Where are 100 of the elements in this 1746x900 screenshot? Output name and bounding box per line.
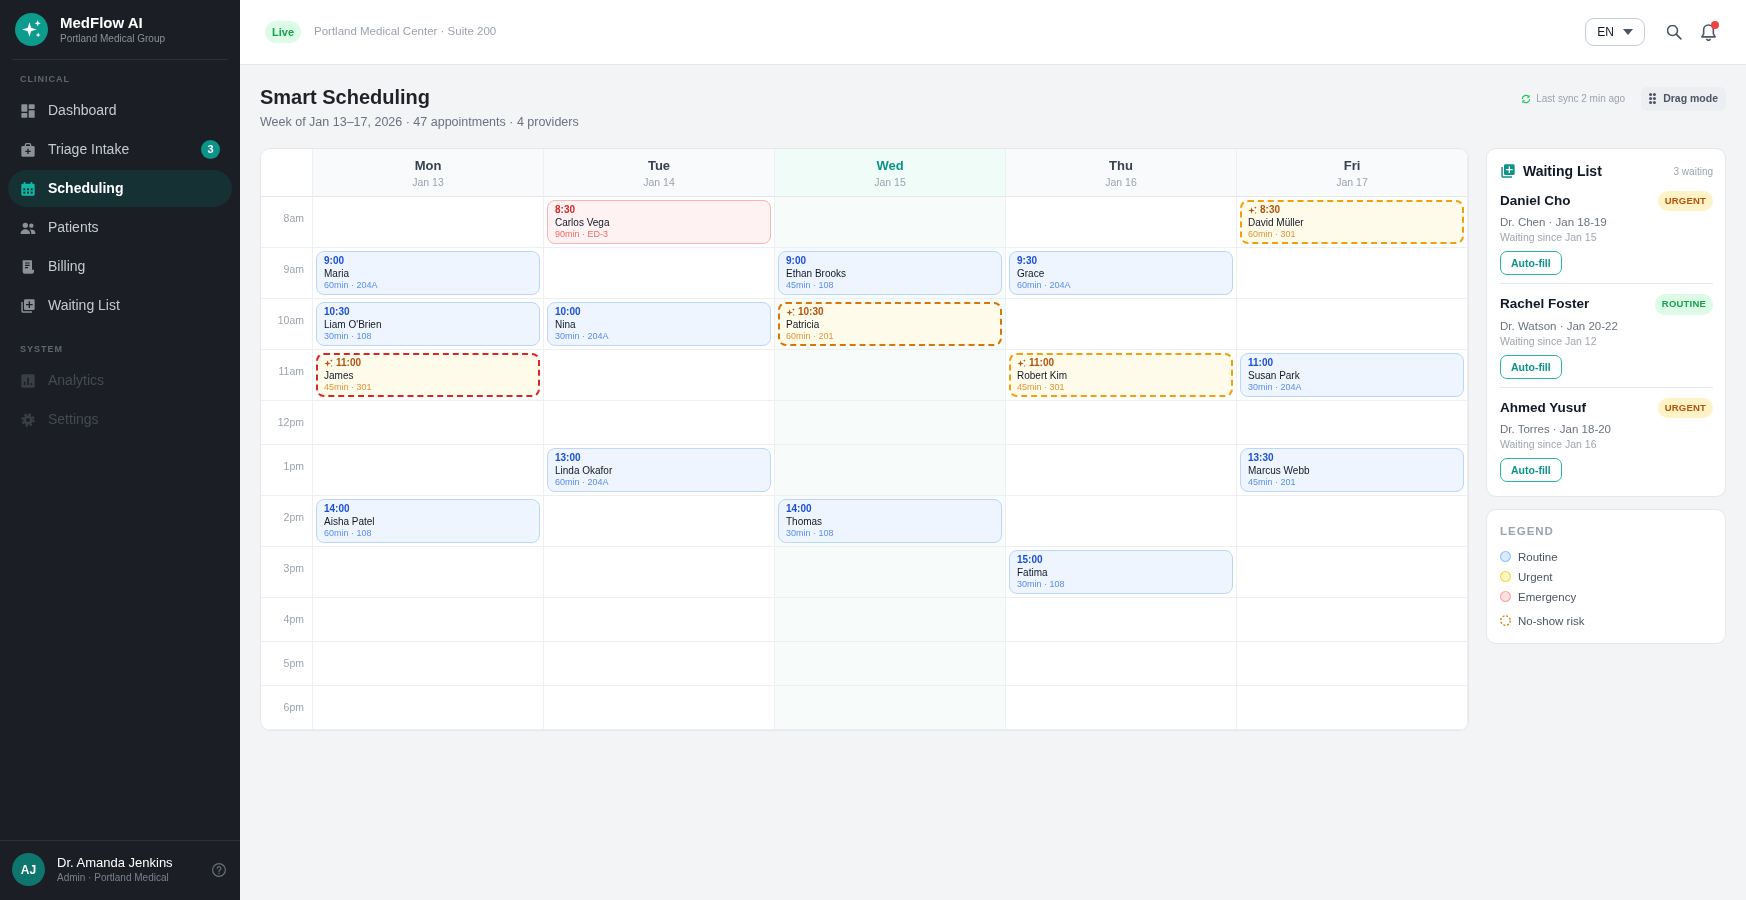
appointment-details: 45min · 301 xyxy=(324,382,373,393)
legend-label: Routine xyxy=(1518,549,1558,565)
legend-swatch-icon xyxy=(1500,551,1511,563)
search-icon[interactable] xyxy=(1667,24,1682,40)
patient-name: Ethan Brooks xyxy=(786,267,848,280)
appointment-card[interactable]: 15:00 Fatima 30min · 108 xyxy=(1009,550,1233,594)
panel-title: Waiting List xyxy=(1523,162,1602,181)
dashboard-icon xyxy=(20,102,36,119)
auto-fill-button[interactable]: Auto-fill xyxy=(1500,354,1562,379)
time-label: 6pm xyxy=(283,701,304,713)
patient-name: Marcus Webb xyxy=(1248,464,1311,477)
appointment-details: 30min · 108 xyxy=(786,528,835,539)
priority-badge: URGENT xyxy=(1657,191,1713,212)
user-role: Admin · Portland Medical xyxy=(57,871,170,884)
appointment-time: 8:30 xyxy=(555,204,575,216)
patient-name: David Müller xyxy=(1248,216,1305,229)
appointment-time: 9:00 xyxy=(324,255,344,267)
legend-label: Urgent xyxy=(1518,569,1553,585)
appointment-card[interactable]: 9:00 Ethan Brooks 45min · 108 xyxy=(778,251,1002,295)
section-label: SYSTEM xyxy=(19,343,64,355)
priority-badge: ROUTINE xyxy=(1654,294,1713,315)
appointment-time: 13:30 xyxy=(1248,452,1274,464)
page-title: Smart Scheduling xyxy=(260,85,432,109)
brand-subtitle: Portland Medical Group xyxy=(60,32,166,45)
appointment-details: 60min · 204A xyxy=(324,280,379,291)
appointment-card[interactable]: 8:30 David Müller 60min · 301 xyxy=(1240,200,1464,244)
day-name: Fri xyxy=(1342,157,1362,175)
live-status-badge: Live xyxy=(265,20,301,44)
appointment-details: 60min · 301 xyxy=(1248,229,1297,240)
sync-status-text: Last sync 2 min ago xyxy=(1536,92,1626,107)
appointment-card[interactable]: 11:00 Susan Park 30min · 204A xyxy=(1240,353,1464,397)
appointment-time: 15:00 xyxy=(1017,554,1043,566)
legend-swatch-icon xyxy=(1500,591,1511,603)
patient-name: James xyxy=(324,369,355,382)
appointment-card[interactable]: 9:00 Maria 60min · 204A xyxy=(316,251,540,295)
time-label: 9am xyxy=(283,263,304,275)
bar-chart-icon xyxy=(20,372,36,389)
brand-name: MedFlow AI xyxy=(60,14,144,32)
nav-item[interactable]: Scheduling xyxy=(8,170,232,207)
calendar-icon xyxy=(20,180,36,197)
day-name: Thu xyxy=(1108,157,1134,175)
time-label: 12pm xyxy=(277,416,304,428)
patient-name: Aisha Patel xyxy=(324,515,376,528)
appointment-details: 30min · 204A xyxy=(555,331,610,342)
patient-name: Robert Kim xyxy=(1017,369,1068,382)
nav-item[interactable]: Patients xyxy=(8,209,232,246)
time-label: 3pm xyxy=(283,562,304,574)
appointment-card[interactable]: 13:00 Linda Okafor 60min · 204A xyxy=(547,448,771,492)
auto-fill-button[interactable]: Auto-fill xyxy=(1500,251,1562,276)
appointment-card[interactable]: 11:00 Robert Kim 45min · 301 xyxy=(1009,353,1233,397)
appointment-details: 60min · 204A xyxy=(555,477,610,488)
stack-plus-icon xyxy=(20,297,36,314)
sparkle-icon xyxy=(1017,358,1026,368)
sparkle-icon xyxy=(786,307,795,317)
appointment-time: 14:00 xyxy=(786,503,812,515)
page-subtitle: Week of Jan 13–17, 2026 · 47 appointments · 4 providers xyxy=(260,114,579,131)
provider-dates: Dr. Chen · Jan 18-19 xyxy=(1500,215,1608,231)
appointment-card[interactable]: 10:30 Patricia 60min · 201 xyxy=(778,302,1002,346)
appointment-card[interactable]: 14:00 Aisha Patel 60min · 108 xyxy=(316,499,540,543)
appointment-time: 8:30 xyxy=(1260,204,1280,216)
appointment-card[interactable]: 10:00 Nina 30min · 204A xyxy=(547,302,771,346)
appointment-details: 30min · 204A xyxy=(1248,382,1303,393)
appointment-time: 13:00 xyxy=(555,452,581,464)
nav-item[interactable]: Triage Intake 3 xyxy=(8,131,232,168)
appointment-time: 9:00 xyxy=(786,255,806,267)
appointment-card[interactable]: 11:00 James 45min · 301 xyxy=(316,353,540,397)
day-name: Mon xyxy=(413,157,443,175)
appointment-time: 11:00 xyxy=(1248,357,1274,369)
day-date: Jan 15 xyxy=(873,175,907,189)
appointment-card[interactable]: 14:00 Thomas 30min · 108 xyxy=(778,499,1002,543)
receipt-icon xyxy=(20,258,36,275)
count-badge: 3 xyxy=(201,140,220,159)
appointment-time: 14:00 xyxy=(324,503,350,515)
day-date: Jan 16 xyxy=(1104,175,1138,189)
nav-item[interactable]: Dashboard xyxy=(8,92,232,129)
drag-mode-button[interactable]: Drag mode xyxy=(1641,87,1726,111)
patient-name: Rachel Foster xyxy=(1500,295,1590,314)
appointment-card[interactable]: 8:30 Carlos Vega 90min · ED-3 xyxy=(547,200,771,244)
day-date: Jan 14 xyxy=(642,175,676,189)
patient-name: Ahmed Yusuf xyxy=(1500,398,1587,417)
section-label: CLINICAL xyxy=(19,73,71,85)
nav-item[interactable]: Waiting List xyxy=(8,287,232,324)
sparkles-logo-icon xyxy=(15,13,48,46)
patient-name: Nina xyxy=(555,318,577,331)
appointment-details: 45min · 201 xyxy=(1248,477,1297,488)
day-date: Jan 13 xyxy=(411,175,445,189)
bell-icon[interactable] xyxy=(1701,23,1716,41)
auto-fill-button[interactable]: Auto-fill xyxy=(1500,457,1562,482)
appointment-details: 30min · 108 xyxy=(1017,579,1066,590)
patient-name: Daniel Cho xyxy=(1500,192,1571,211)
help-icon[interactable] xyxy=(212,862,226,877)
appointment-card[interactable]: 9:30 Grace 60min · 204A xyxy=(1009,251,1233,295)
appointment-time: 10:30 xyxy=(798,306,824,318)
time-label: 10am xyxy=(277,314,304,326)
appointment-card[interactable]: 10:30 Liam O'Brien 30min · 108 xyxy=(316,302,540,346)
appointment-card[interactable]: 13:30 Marcus Webb 45min · 201 xyxy=(1240,448,1464,492)
stack-plus-icon xyxy=(1500,163,1516,179)
nav-item[interactable]: Billing xyxy=(8,248,232,285)
language-select[interactable]: EN xyxy=(1585,18,1645,46)
sparkle-icon xyxy=(324,358,333,368)
